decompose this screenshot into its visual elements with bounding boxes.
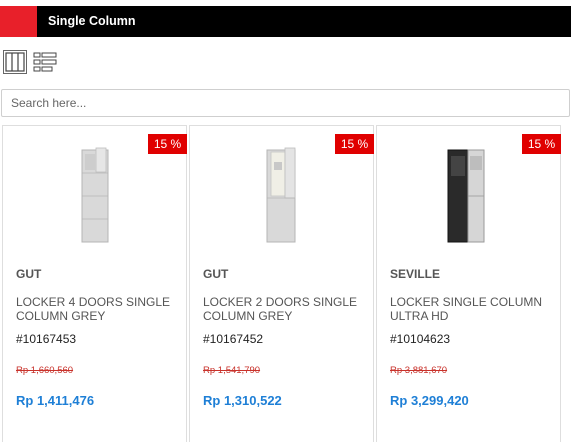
- product-sku: #10104623: [390, 332, 451, 346]
- product-name[interactable]: LOCKER 2 DOORS SINGLE COLUMN GREY: [203, 295, 363, 323]
- product-brand: SEVILLE: [390, 267, 441, 281]
- product-brand: GUT: [203, 267, 229, 281]
- product-name[interactable]: LOCKER 4 DOORS SINGLE COLUMN GREY: [16, 295, 176, 323]
- product-card[interactable]: 15 % GUT LOCKER 4 DOORS SINGLE COLUMN GR…: [2, 125, 187, 442]
- grey-locker-4-doors-image: [81, 147, 108, 243]
- header-accent: [0, 6, 37, 37]
- discount-badge: 15 %: [522, 134, 561, 154]
- product-card[interactable]: 15 % SEVILLE LOCKER SINGLE COLUMN ULTRA …: [376, 125, 561, 442]
- dark-locker-ultra-hd-image: [447, 149, 484, 243]
- grey-locker-2-doors-image: [266, 147, 295, 243]
- sale-price: Rp 3,299,420: [390, 393, 469, 408]
- original-price: Rp 3,881,670: [390, 365, 448, 376]
- product-brand: GUT: [16, 267, 42, 281]
- header-bar: Single Column: [0, 6, 571, 37]
- product-sku: #10167453: [16, 332, 77, 346]
- original-price: Rp 1,660,560: [16, 365, 74, 376]
- search-input[interactable]: [1, 89, 570, 117]
- original-price: Rp 1,541,790: [203, 365, 261, 376]
- list-view-icon: [33, 52, 57, 72]
- grid-view-icon: [5, 52, 25, 72]
- product-sku: #10167452: [203, 332, 264, 346]
- product-card[interactable]: 15 % GUT LOCKER 2 DOORS SINGLE COLUMN GR…: [189, 125, 374, 442]
- discount-badge: 15 %: [335, 134, 374, 154]
- discount-badge: 15 %: [148, 134, 187, 154]
- sale-price: Rp 1,411,476: [16, 393, 95, 408]
- grid-view-button[interactable]: [3, 50, 27, 74]
- product-name[interactable]: LOCKER SINGLE COLUMN ULTRA HD: [390, 295, 550, 323]
- list-view-button[interactable]: [33, 50, 57, 74]
- sale-price: Rp 1,310,522: [203, 393, 282, 408]
- page-title: Single Column: [48, 14, 136, 28]
